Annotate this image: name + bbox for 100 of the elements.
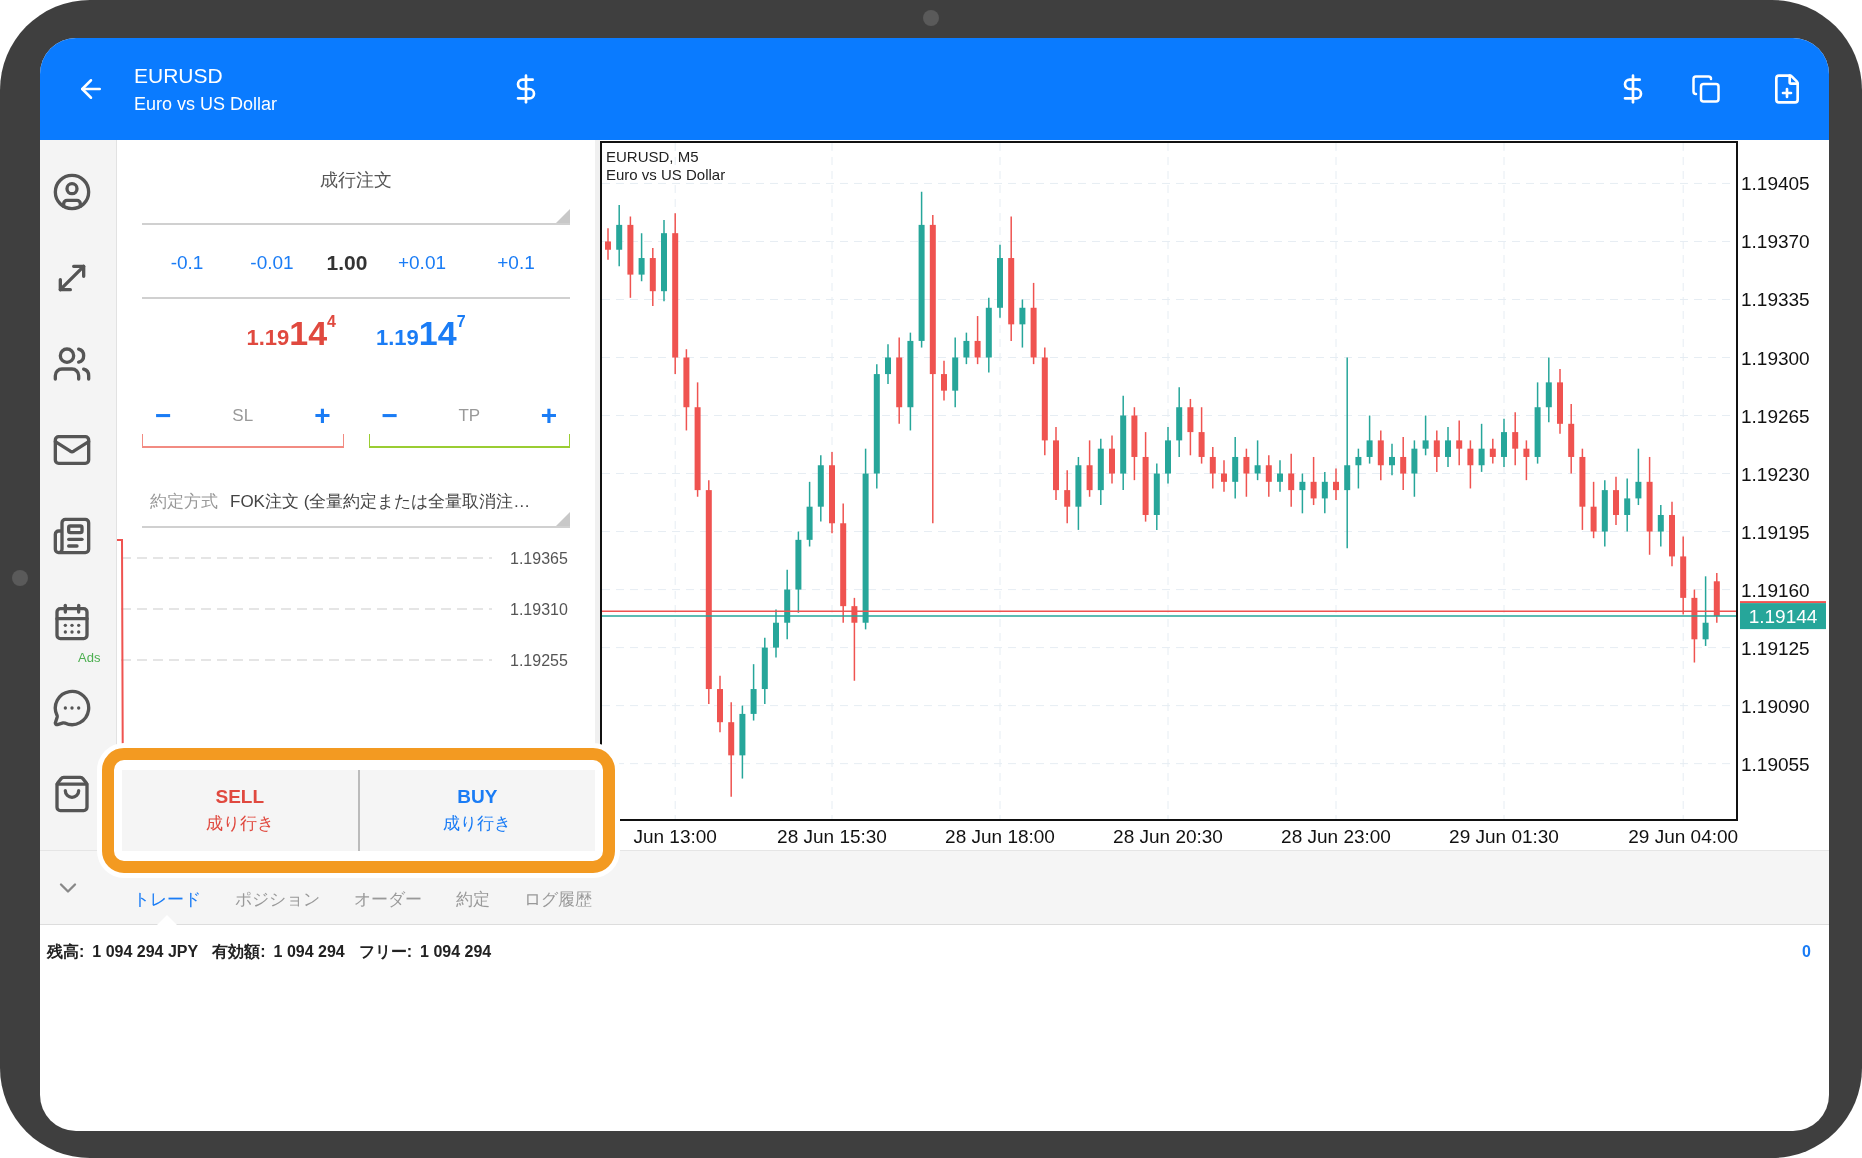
candlestick xyxy=(1288,452,1295,508)
minus-button[interactable]: − xyxy=(377,399,402,432)
candlestick xyxy=(1321,471,1328,515)
fill-policy-label: 約定方式 xyxy=(150,491,218,514)
volume-increase-button[interactable]: +0.01 xyxy=(382,251,462,274)
stop-placeholder: TP xyxy=(458,405,481,426)
ref-line-label: 1.19144 xyxy=(1748,606,1818,628)
calendar-icon xyxy=(52,602,92,642)
volume-value: 1.00 xyxy=(325,250,369,275)
price-axis-label: 1.19310 xyxy=(510,601,568,618)
price-axis-label: 1.19055 xyxy=(1741,753,1810,775)
time-axis-label: Jun 13:00 xyxy=(633,826,717,847)
tab[interactable]: オーダー xyxy=(337,880,439,924)
camera-dot xyxy=(923,10,939,26)
price-badge: 1.19144 xyxy=(1740,603,1826,630)
candlestick xyxy=(1433,429,1440,473)
candlestick xyxy=(1265,454,1272,498)
price-axis-label: 1.19265 xyxy=(1741,405,1810,427)
user-circle-icon xyxy=(52,172,92,212)
time-axis-label: 28 Jun 20:30 xyxy=(1113,826,1223,847)
tab[interactable]: トレード xyxy=(116,880,218,924)
price-axis-label: 1.19335 xyxy=(1741,289,1810,311)
candlestick xyxy=(963,331,970,365)
candlestick xyxy=(1221,459,1227,493)
price-axis-label: 1.19405 xyxy=(1741,173,1810,195)
balance-value: 1 094 294 JPY xyxy=(92,943,199,961)
count-value: 0 xyxy=(1802,943,1811,961)
candlestick xyxy=(1064,469,1071,525)
chart-title: EURUSD, M5 xyxy=(606,148,699,165)
candlestick xyxy=(1400,436,1407,491)
shopping-bag-icon xyxy=(52,774,92,814)
windows-icon xyxy=(1691,74,1721,104)
time-axis-label: 29 Jun 01:30 xyxy=(1449,826,1559,847)
order-type-dropdown[interactable]: 成行注文 xyxy=(142,167,570,192)
candlestick xyxy=(1478,423,1485,473)
plus-button[interactable]: + xyxy=(310,399,335,432)
candlestick xyxy=(1333,467,1339,501)
candlestick xyxy=(1243,447,1250,498)
candlestick xyxy=(1635,447,1642,506)
symbol-description: Euro vs US Dollar xyxy=(134,93,279,115)
candlestick xyxy=(1254,439,1261,481)
buy-button[interactable]: BUY 成り行き xyxy=(357,770,595,851)
price-axis-label: 1.19125 xyxy=(1741,637,1810,659)
tab[interactable]: ポジション xyxy=(218,880,337,924)
price-axis-label: 1.19160 xyxy=(1741,579,1810,601)
users-icon xyxy=(52,344,92,384)
tab[interactable]: 約定 xyxy=(439,880,507,924)
fill-policy-dropdown[interactable]: FOK注文 (全量約定または全量取消注… xyxy=(230,490,531,514)
sensor-dot xyxy=(12,570,28,586)
chart-subtitle: Euro vs US Dollar xyxy=(606,166,726,183)
volume-decrease-button[interactable]: -0.01 xyxy=(232,251,312,274)
price-axis-label: 1.19090 xyxy=(1741,695,1810,717)
free-margin-value: 1 094 294 xyxy=(420,943,492,961)
price-axis-label: 1.19370 xyxy=(1741,231,1810,253)
chat-bubble-icon xyxy=(52,688,92,728)
price-axis-label: 1.19255 xyxy=(510,652,568,669)
candlestick xyxy=(1299,472,1306,515)
stop-placeholder: SL xyxy=(232,405,254,426)
equity-label: 有効額: xyxy=(212,941,266,962)
candlestick xyxy=(1456,419,1463,466)
candlestick xyxy=(1702,575,1709,647)
time-axis-label: 28 Jun 18:00 xyxy=(945,826,1055,847)
candlestick xyxy=(1422,414,1429,457)
newspaper-icon xyxy=(52,516,92,556)
candlestick xyxy=(974,315,981,365)
candlestick xyxy=(1389,442,1395,476)
balance-label: 残高: xyxy=(47,941,85,962)
candlestick xyxy=(1624,477,1631,533)
candlestick xyxy=(1277,459,1283,493)
equity-value: 1 094 294 xyxy=(273,943,345,961)
price-axis-label: 1.19195 xyxy=(1741,521,1810,543)
candlestick xyxy=(1445,426,1451,468)
candlestick xyxy=(1523,439,1530,481)
candlestick xyxy=(885,343,891,385)
bid-price: 1.1914$^{4}$ xyxy=(246,312,336,353)
candlestick xyxy=(1467,439,1474,490)
ask-price: 1.1914$^{7}$ xyxy=(376,312,466,353)
free-margin-label: フリー: xyxy=(358,941,413,962)
volume-increase-button[interactable]: +0.1 xyxy=(462,251,570,274)
price-axis-label: 1.19230 xyxy=(1741,463,1810,485)
candlestick xyxy=(1512,411,1519,466)
candlestick xyxy=(1489,437,1496,465)
time-axis-label: 29 Jun 04:00 xyxy=(1628,826,1739,847)
sell-button[interactable]: SELL 成り行き xyxy=(122,770,358,851)
minus-button[interactable]: − xyxy=(151,399,176,432)
symbol-name: EURUSD xyxy=(134,63,224,88)
tab[interactable]: ログ履歴 xyxy=(507,880,609,924)
candlestick xyxy=(1019,298,1026,349)
candlestick xyxy=(605,227,611,261)
candlestick xyxy=(638,232,645,282)
candlestick xyxy=(1657,504,1664,548)
time-axis-label: 28 Jun 15:30 xyxy=(777,826,887,847)
candlestick xyxy=(1366,414,1373,465)
time-axis-label: 28 Jun 23:00 xyxy=(1281,826,1391,847)
price-axis-label: 1.19365 xyxy=(510,550,568,567)
price-axis-label: 1.19300 xyxy=(1741,347,1810,369)
volume-decrease-button[interactable]: -0.1 xyxy=(142,251,232,274)
candlestick xyxy=(1355,447,1362,490)
plus-button[interactable]: + xyxy=(536,399,561,432)
candlestick xyxy=(941,360,947,402)
